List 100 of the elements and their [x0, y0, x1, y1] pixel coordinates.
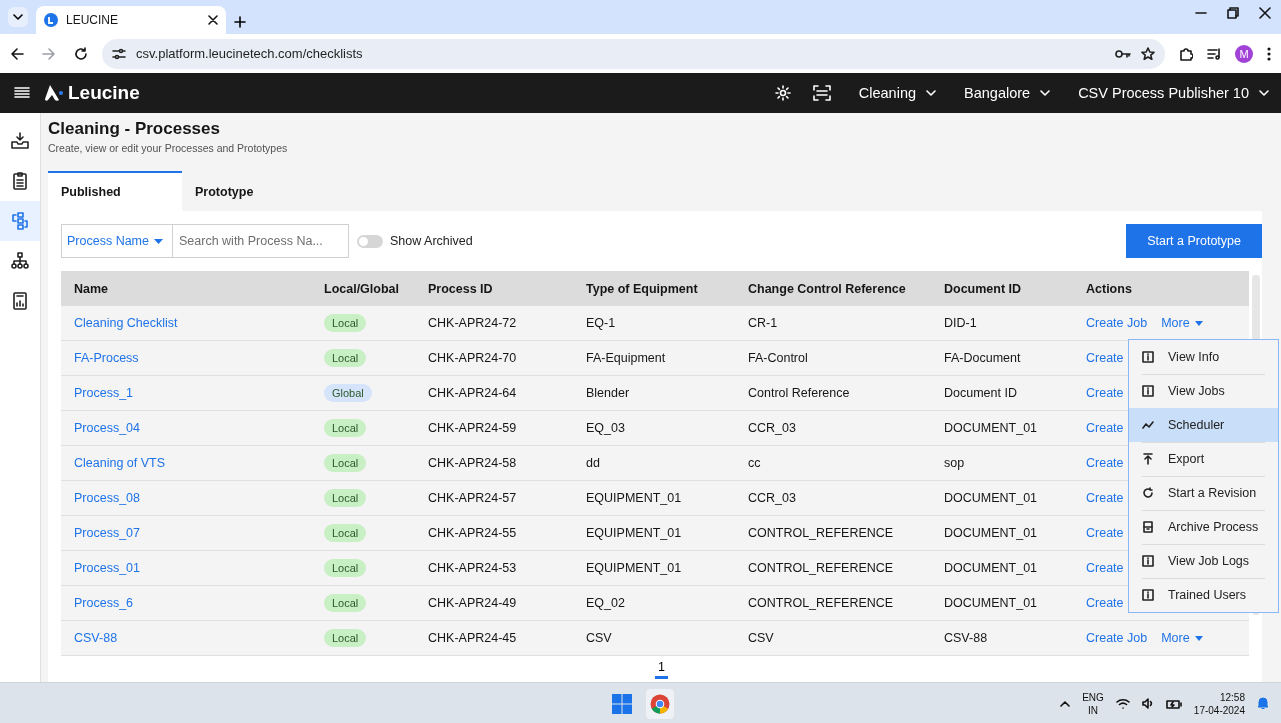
process-name-link[interactable]: FA-Process: [61, 351, 311, 365]
caret-icon: [1194, 635, 1203, 641]
table-cell-text: CHK-APR24-59: [427, 421, 518, 435]
table-cell-text: dd: [585, 456, 601, 470]
table-cell-text: DOCUMENT_01: [943, 526, 1039, 540]
menu-item[interactable]: Archive Process: [1129, 510, 1278, 544]
table-cell-text: EQ-1: [585, 316, 617, 330]
leucine-logo-icon: [44, 84, 64, 102]
table-cell-text: EQUIPMENT_01: [585, 561, 683, 575]
table-cell-text: EQ_03: [585, 421, 626, 435]
process-name-link[interactable]: Process_08: [61, 491, 311, 505]
create-job-link[interactable]: Create: [1086, 351, 1124, 365]
process-name-link[interactable]: Process_01: [61, 561, 311, 575]
table-cell-text: cc: [747, 456, 762, 470]
scope-badge: Local: [324, 524, 367, 542]
header-dropdown[interactable]: Cleaning: [858, 85, 937, 101]
table-cell-text: CHK-APR24-49: [427, 596, 518, 610]
info-icon: [1142, 589, 1154, 601]
column-header: Name: [73, 281, 110, 296]
process-name-link[interactable]: Cleaning Checklist: [61, 316, 311, 330]
settings-icon: [774, 85, 791, 101]
close-icon: [1259, 7, 1271, 19]
new-tab-button[interactable]: [234, 16, 246, 28]
menu-item[interactable]: Scheduler: [1129, 408, 1278, 442]
line-chart-icon: [1142, 419, 1154, 431]
create-job-link[interactable]: Create: [1086, 421, 1124, 435]
reload-icon: [74, 46, 88, 61]
more-dropdown[interactable]: More: [1161, 316, 1203, 330]
notification-bell-icon: [1257, 697, 1269, 710]
toggle-switch[interactable]: [357, 234, 383, 248]
column-header: Actions: [1085, 281, 1133, 296]
scope-badge: Local: [324, 419, 367, 437]
process-name-dropdown[interactable]: Process Name: [61, 224, 173, 258]
table-cell-text: sop: [943, 456, 966, 470]
archive-icon: [1142, 521, 1154, 533]
table-cell-text: CSV: [747, 631, 775, 645]
chevron-up-icon: [1060, 700, 1071, 707]
menu-item[interactable]: Start a Revision: [1129, 476, 1278, 510]
logo-text: Leucine: [68, 82, 140, 104]
create-job-link[interactable]: Create Job: [1086, 316, 1148, 330]
column-header: Change Control Reference: [747, 281, 907, 296]
scan-icon: [812, 85, 831, 101]
tab[interactable]: Prototype: [182, 171, 316, 211]
create-job-link[interactable]: Create: [1086, 596, 1124, 610]
export-icon: [1142, 453, 1154, 465]
table-cell-text: CHK-APR24-55: [427, 526, 518, 540]
create-job-link[interactable]: Create: [1086, 561, 1124, 575]
menu-item[interactable]: View Jobs: [1129, 374, 1278, 408]
scope-badge: Global: [324, 384, 372, 402]
language-indicator[interactable]: ENG IN: [1082, 690, 1104, 717]
process-name-link[interactable]: CSV-88: [61, 631, 311, 645]
table-cell-text: EQUIPMENT_01: [585, 526, 683, 540]
chrome-taskbar-button[interactable]: [646, 688, 674, 719]
table-cell-text: DOCUMENT_01: [943, 596, 1039, 610]
site-settings-icon: [112, 47, 126, 60]
create-job-link[interactable]: Create: [1086, 386, 1124, 400]
table-cell-text: CONTROL_REFERENCE: [747, 526, 895, 540]
table-cell-text: CHK-APR24-70: [427, 351, 518, 365]
menu-item[interactable]: Export: [1129, 442, 1278, 476]
create-job-link[interactable]: Create: [1086, 526, 1124, 540]
scope-badge: Local: [324, 349, 367, 367]
header-dropdown[interactable]: CSV Process Publisher 10: [1078, 85, 1269, 101]
menu-item[interactable]: View Job Logs: [1129, 544, 1278, 578]
create-job-link[interactable]: Create: [1086, 491, 1124, 505]
flowchart-icon: [10, 211, 30, 231]
back-arrow-icon: [10, 46, 24, 61]
process-name-link[interactable]: Process_1: [61, 386, 311, 400]
page-number[interactable]: 1: [655, 660, 668, 679]
clock[interactable]: 12:58 17-04-2024: [1193, 690, 1245, 717]
search-field[interactable]: Search with Process Na...: [173, 224, 349, 258]
tab[interactable]: Published: [48, 171, 182, 211]
start-prototype-button[interactable]: Start a Prototype: [1126, 224, 1262, 258]
header-dropdown[interactable]: Bangalore: [964, 85, 1051, 101]
profile-avatar[interactable]: M: [1235, 44, 1253, 63]
column-header: Document ID: [943, 281, 1023, 296]
more-dropdown[interactable]: More: [1161, 631, 1203, 645]
caret-icon: [154, 238, 163, 244]
menu-item[interactable]: Trained Users: [1129, 578, 1278, 612]
process-name-link[interactable]: Process_6: [61, 596, 311, 610]
scope-badge: Local: [324, 559, 367, 577]
table-cell-text: EQ_02: [585, 596, 626, 610]
table-cell-text: Document ID: [943, 386, 1018, 400]
chevron-down-icon: [1259, 90, 1269, 96]
tab-list-button[interactable]: [8, 7, 28, 27]
process-name-link[interactable]: Process_04: [61, 421, 311, 435]
scope-badge: Local: [324, 454, 367, 472]
page-title: Cleaning - Processes: [48, 119, 221, 139]
create-job-link[interactable]: Create Job: [1086, 631, 1148, 645]
process-name-link[interactable]: Process_07: [61, 526, 311, 540]
create-job-link[interactable]: Create: [1086, 456, 1124, 470]
refresh-icon: [1142, 487, 1154, 499]
close-icon: [208, 15, 218, 25]
menu-item[interactable]: View Info: [1129, 340, 1278, 374]
inbox-icon: [10, 131, 30, 151]
browser-tab[interactable]: LEUCINE: [36, 6, 226, 34]
key-icon: [1115, 48, 1131, 59]
forward-arrow-icon: [42, 46, 56, 61]
address-bar[interactable]: csv.platform.leucinetech.com/checklists: [102, 38, 1165, 69]
process-name-link[interactable]: Cleaning of VTS: [61, 456, 311, 470]
menu-icon: [14, 86, 30, 100]
